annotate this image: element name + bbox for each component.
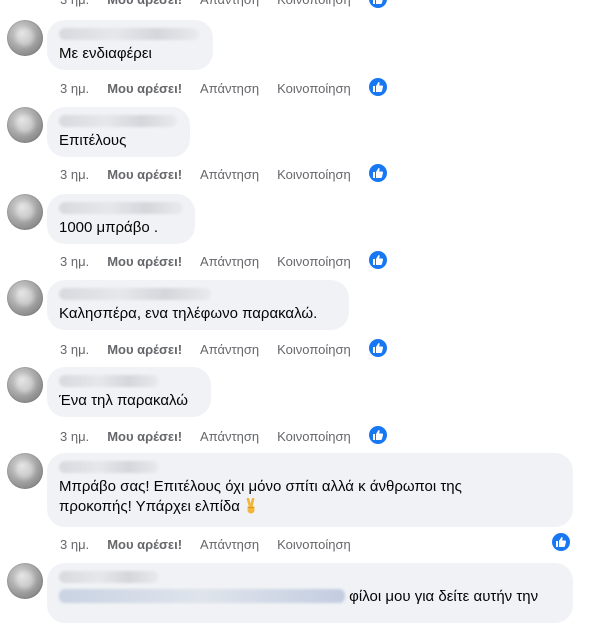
avatar[interactable] [7,453,43,489]
like-reaction-icon[interactable] [369,251,387,269]
comment-text: Ένα τηλ παρακαλώ [59,392,189,409]
avatar[interactable] [7,20,43,56]
comment-actions: 3 ημ. Μου αρέσει! Απάντηση Κοινοποίηση [60,166,369,182]
reply-button[interactable]: Απάντηση [200,167,259,182]
comment-text: Καλησπέρα, ενα τηλέφωνο παρακαλώ. [59,305,318,322]
comment-actions: 3 ημ. Μου αρέσει! Απάντηση Κοινοποίηση [60,536,369,552]
comment-text-line-1: Μπράβο σας! Επιτέλους όχι μόνο σπίτι αλλ… [59,478,462,495]
commenter-name-blurred[interactable] [59,202,183,214]
like-button[interactable]: Μου αρέσει! [107,254,182,269]
like-reaction-icon[interactable] [369,78,387,96]
comment-text-line-2-content: προκοπής! Υπάρχει ελπίδα [59,498,240,515]
like-button[interactable]: Μου αρέσει! [107,342,182,357]
comment-time[interactable]: 3 ημ. [60,537,89,552]
commenter-name-blurred[interactable] [59,288,211,300]
share-button[interactable]: Κοινοποίηση [277,81,351,96]
share-button[interactable]: Κοινοποίηση [277,537,351,552]
commenter-name-blurred[interactable] [59,461,159,473]
like-reaction-icon[interactable] [369,164,387,182]
comment-time[interactable]: 3 ημ. [60,429,89,444]
victory-hand-icon [246,498,255,514]
comment-text: φίλοι μου για δείτε αυτήν την [59,587,561,607]
avatar[interactable] [7,563,43,599]
avatar[interactable] [7,367,43,403]
like-reaction-icon[interactable] [369,426,387,444]
share-button[interactable]: Κοινοποίηση [277,429,351,444]
commenter-name-blurred[interactable] [59,115,177,127]
like-button[interactable]: Μου αρέσει! [107,167,182,182]
reply-button[interactable]: Απάντηση [200,429,259,444]
avatar[interactable] [7,194,43,230]
reply-button[interactable]: Απάντηση [200,0,259,7]
previous-comment-actions: 3 ημ. Μου αρέσει! Απάντηση Κοινοποίηση [60,0,369,7]
comment-bubble: Με ενδιαφέρει [47,20,213,70]
like-button[interactable]: Μου αρέσει! [107,0,182,7]
comment-actions: 3 ημ. Μου αρέσει! Απάντηση Κοινοποίηση [60,341,369,357]
comment-time[interactable]: 3 ημ. [60,254,89,269]
share-button[interactable]: Κοινοποίηση [277,167,351,182]
reply-button[interactable]: Απάντηση [200,81,259,96]
like-reaction-icon[interactable] [369,339,387,357]
comment-actions: 3 ημ. Μου αρέσει! Απάντηση Κοινοποίηση [60,80,369,96]
comment-bubble: Επιτέλους [47,107,190,157]
reply-button[interactable]: Απάντηση [200,342,259,357]
like-button[interactable]: Μου αρέσει! [107,537,182,552]
like-button[interactable]: Μου αρέσει! [107,81,182,96]
like-button[interactable]: Μου αρέσει! [107,429,182,444]
comment-bubble: Μπράβο σας! Επιτέλους όχι μόνο σπίτι αλλ… [47,453,573,527]
comment-text: 1000 μπράβο . [59,219,159,236]
commenter-name-blurred[interactable] [59,571,159,583]
comment-text: Επιτέλους [59,132,127,149]
like-reaction-icon[interactable] [552,533,570,551]
share-button[interactable]: Κοινοποίηση [277,342,351,357]
avatar[interactable] [7,107,43,143]
reply-button[interactable]: Απάντηση [200,537,259,552]
share-button[interactable]: Κοινοποίηση [277,0,351,7]
comment-time: 3 ημ. [60,0,89,7]
comment-bubble: 1000 μπράβο . [47,194,195,244]
comment-text-visible: φίλοι μου για δείτε αυτήν την [349,588,539,605]
comment-actions: 3 ημ. Μου αρέσει! Απάντηση Κοινοποίηση [60,253,369,269]
commenter-name-blurred[interactable] [59,28,199,40]
comment-bubble: φίλοι μου για δείτε αυτήν την [47,563,573,623]
comment-text: Με ενδιαφέρει [59,45,152,62]
comment-bubble: Ένα τηλ παρακαλώ [47,367,211,417]
comment-time[interactable]: 3 ημ. [60,342,89,357]
comment-time[interactable]: 3 ημ. [60,167,89,182]
like-reaction-icon[interactable] [369,0,387,8]
commenter-name-blurred[interactable] [59,375,159,387]
comment-bubble: Καλησπέρα, ενα τηλέφωνο παρακαλώ. [47,280,349,330]
avatar[interactable] [7,280,43,316]
comment-actions: 3 ημ. Μου αρέσει! Απάντηση Κοινοποίηση [60,428,369,444]
share-button[interactable]: Κοινοποίηση [277,254,351,269]
reply-button[interactable]: Απάντηση [200,254,259,269]
tagged-names-blurred[interactable] [59,589,345,603]
comment-time[interactable]: 3 ημ. [60,81,89,96]
comment-text-line-2: προκοπής! Υπάρχει ελπίδα [59,497,561,517]
